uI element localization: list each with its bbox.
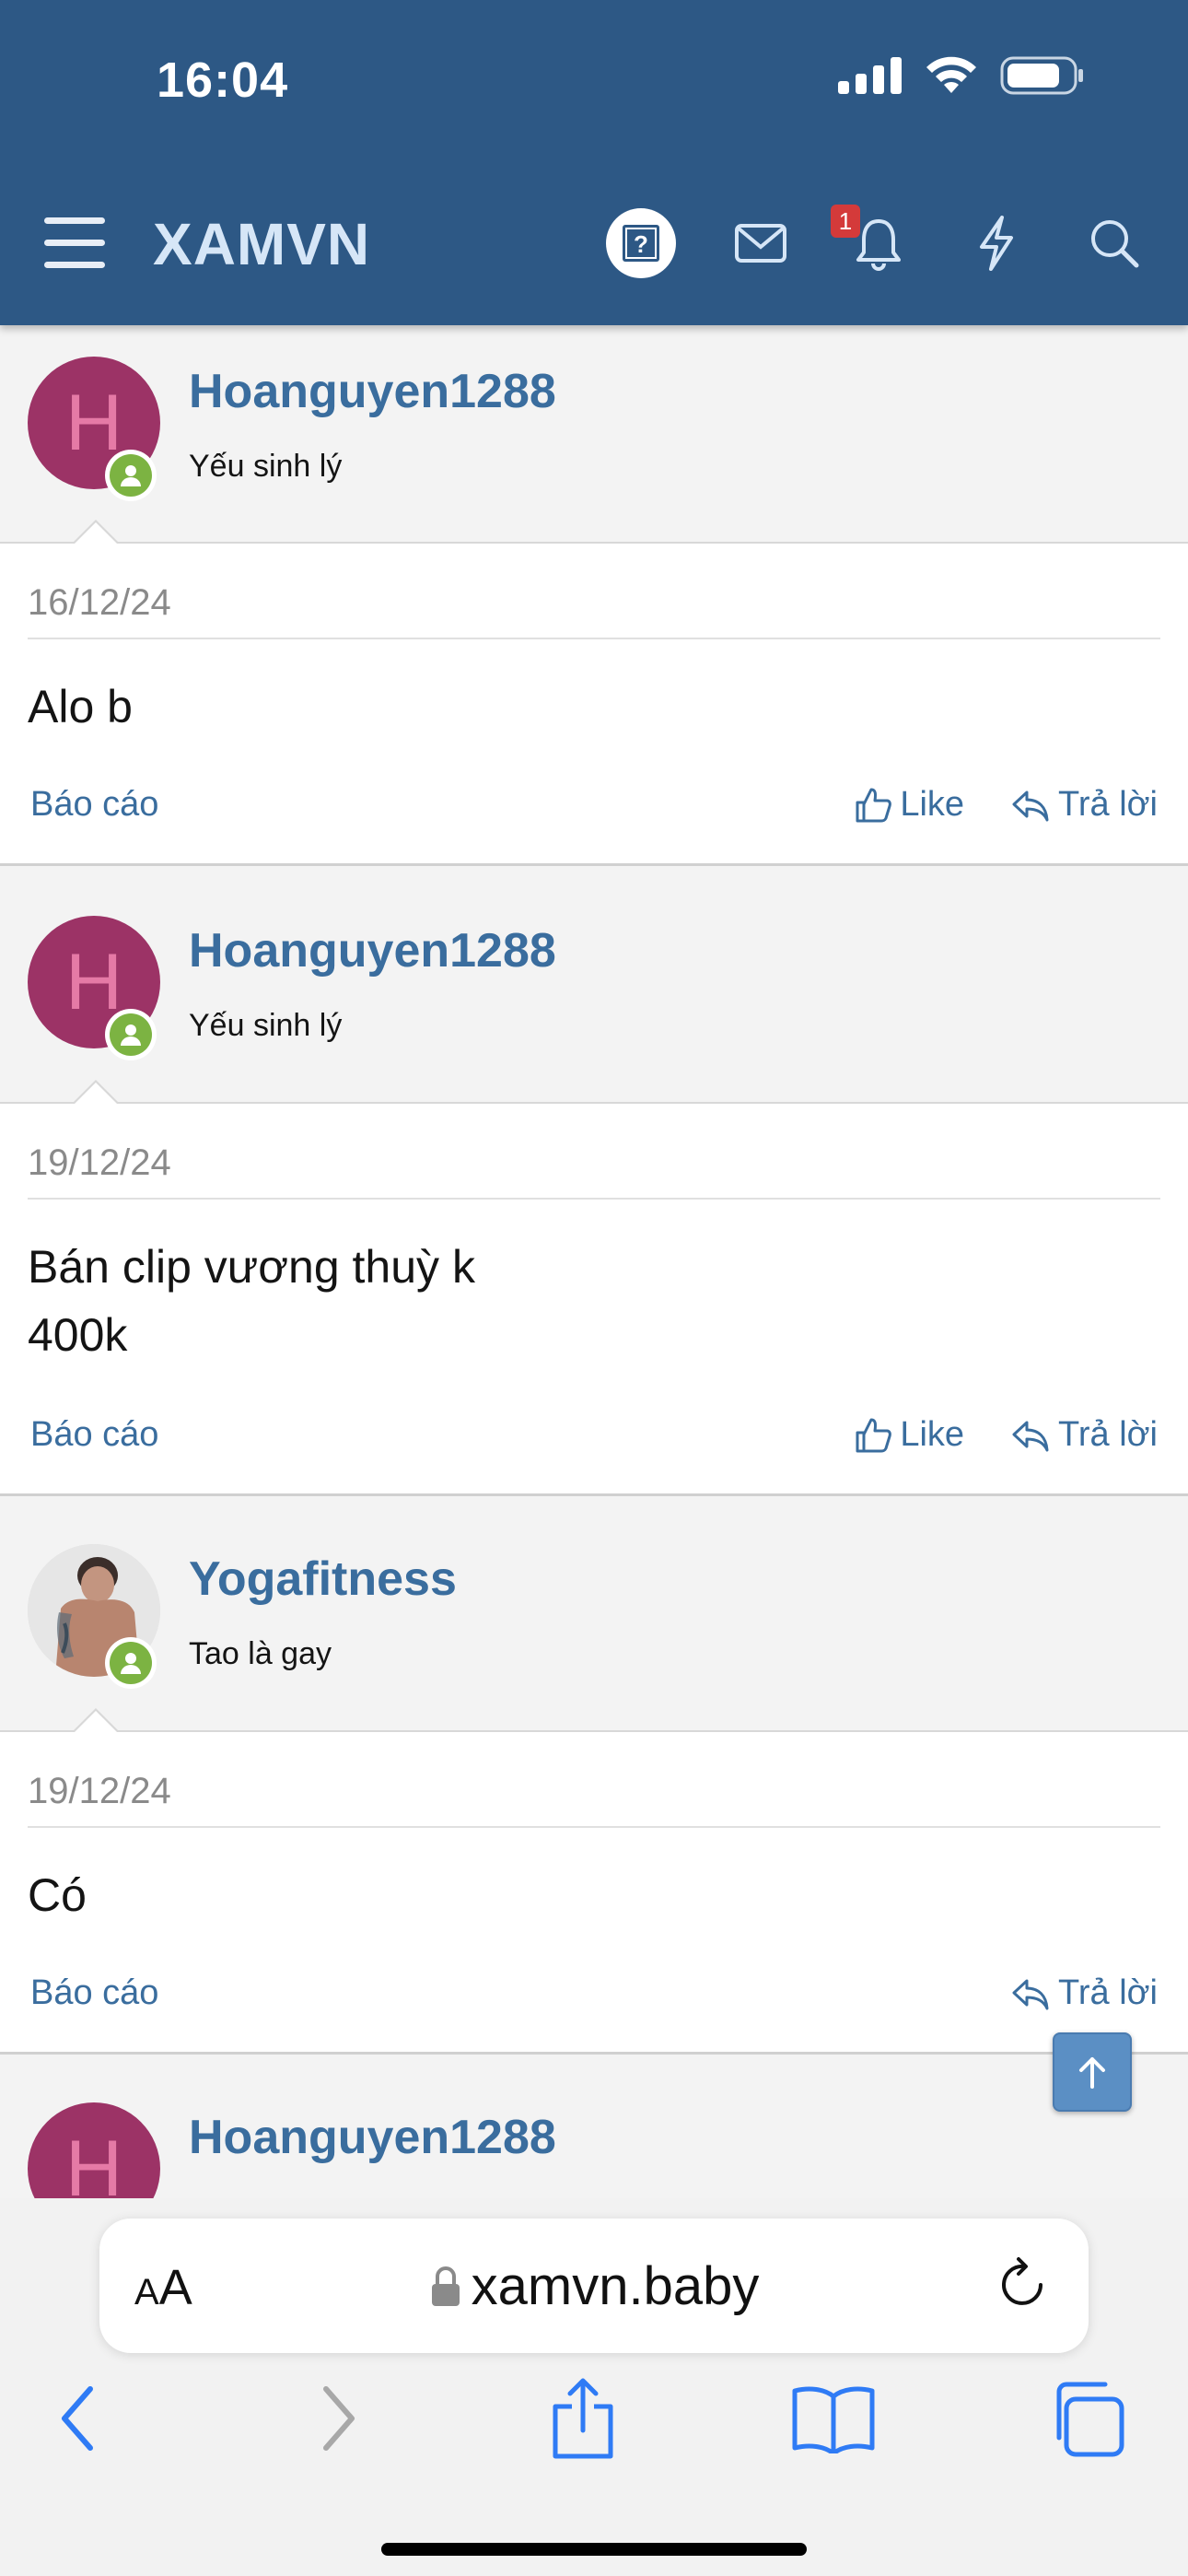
signal-icon: [838, 57, 902, 94]
post-content: Có: [28, 1869, 87, 1921]
post-actions: Trả lời: [1010, 1973, 1158, 2013]
site-logo[interactable]: XAMVN: [153, 210, 370, 278]
mail-icon[interactable]: [726, 208, 796, 278]
tabs-icon[interactable]: [1035, 2368, 1136, 2469]
post-username[interactable]: Hoanguyen1288: [189, 923, 556, 978]
report-link[interactable]: Báo cáo: [30, 1973, 158, 2013]
lightning-icon[interactable]: [961, 208, 1031, 278]
browser-bar: AA xamvn.baby: [0, 2198, 1188, 2576]
search-icon[interactable]: [1079, 208, 1149, 278]
user-title: Tao là gay: [189, 1636, 332, 1671]
bookmarks-icon[interactable]: [783, 2368, 884, 2469]
post-user-area: H Hoanguyen1288 Yếu sinh lý: [0, 884, 1188, 1102]
reply-button[interactable]: Trả lời: [1010, 1973, 1158, 2013]
home-indicator: [381, 2543, 807, 2556]
status-time: 16:04: [157, 53, 289, 108]
post-date[interactable]: 19/12/24: [28, 1142, 171, 1184]
report-link[interactable]: Báo cáo: [30, 1415, 158, 1455]
post-date[interactable]: 19/12/24: [28, 1771, 171, 1812]
post-body: 19/12/24 Có Báo cáo Trả lời: [0, 1708, 1188, 2055]
post-username[interactable]: Yogafitness: [189, 1551, 457, 1607]
post-content: Alo b: [28, 681, 133, 732]
post-actions: Like Trả lời: [854, 1415, 1158, 1455]
post-actions: Like Trả lời: [854, 785, 1158, 825]
like-button[interactable]: Like: [854, 785, 964, 825]
post-user-area: H Hoanguyen1288 Yếu sinh lý: [0, 325, 1188, 542]
svg-text:?: ?: [634, 230, 648, 258]
share-icon[interactable]: [532, 2368, 634, 2469]
reply-icon: [1012, 1421, 1049, 1451]
address-bar[interactable]: AA xamvn.baby: [99, 2219, 1089, 2353]
arrow-up-icon: [1079, 2057, 1105, 2089]
online-status-icon: [105, 1009, 157, 1060]
reload-icon[interactable]: [996, 2255, 1052, 2319]
post-content: Bán clip vương thuỳ k 400k: [28, 1241, 475, 1361]
reply-icon: [1012, 1979, 1049, 2009]
url-field[interactable]: xamvn.baby: [99, 2255, 1089, 2317]
online-status-icon: [105, 450, 157, 501]
thumbs-up-icon: [856, 788, 892, 822]
app-header: 16:04 XAMVN ? 1: [0, 0, 1188, 325]
thumbs-up-icon: [856, 1418, 892, 1452]
status-icons: [838, 55, 1085, 96]
browser-toolbar: [0, 2368, 1188, 2478]
forward-icon[interactable]: [287, 2368, 389, 2469]
notification-badge: 1: [831, 205, 860, 238]
battery-icon: [1000, 56, 1083, 95]
user-title: Yếu sinh lý: [189, 449, 343, 484]
like-button[interactable]: Like: [854, 1415, 964, 1455]
wifi-icon: [926, 56, 976, 93]
reply-button[interactable]: Trả lời: [1010, 1415, 1158, 1455]
reply-button[interactable]: Trả lời: [1010, 785, 1158, 825]
menu-icon[interactable]: [44, 217, 105, 269]
post-date[interactable]: 16/12/24: [28, 582, 171, 624]
user-title: Yếu sinh lý: [189, 1008, 343, 1043]
post-body: 16/12/24 Alo b Báo cáo Like Trả lời: [0, 520, 1188, 866]
post-username[interactable]: Hoanguyen1288: [189, 364, 556, 419]
lock-icon: [431, 2266, 460, 2306]
reply-icon: [1012, 790, 1049, 821]
post-user-area: Yogafitness Tao là gay: [0, 1513, 1188, 1730]
online-status-icon: [105, 1637, 157, 1689]
post-username[interactable]: Hoanguyen1288: [189, 2110, 556, 2165]
back-icon[interactable]: [28, 2368, 129, 2469]
report-link[interactable]: Báo cáo: [30, 785, 158, 825]
help-icon[interactable]: ?: [606, 208, 676, 278]
scroll-top-button[interactable]: [1053, 2032, 1132, 2112]
post-body: 19/12/24 Bán clip vương thuỳ k 400k Báo …: [0, 1080, 1188, 1496]
